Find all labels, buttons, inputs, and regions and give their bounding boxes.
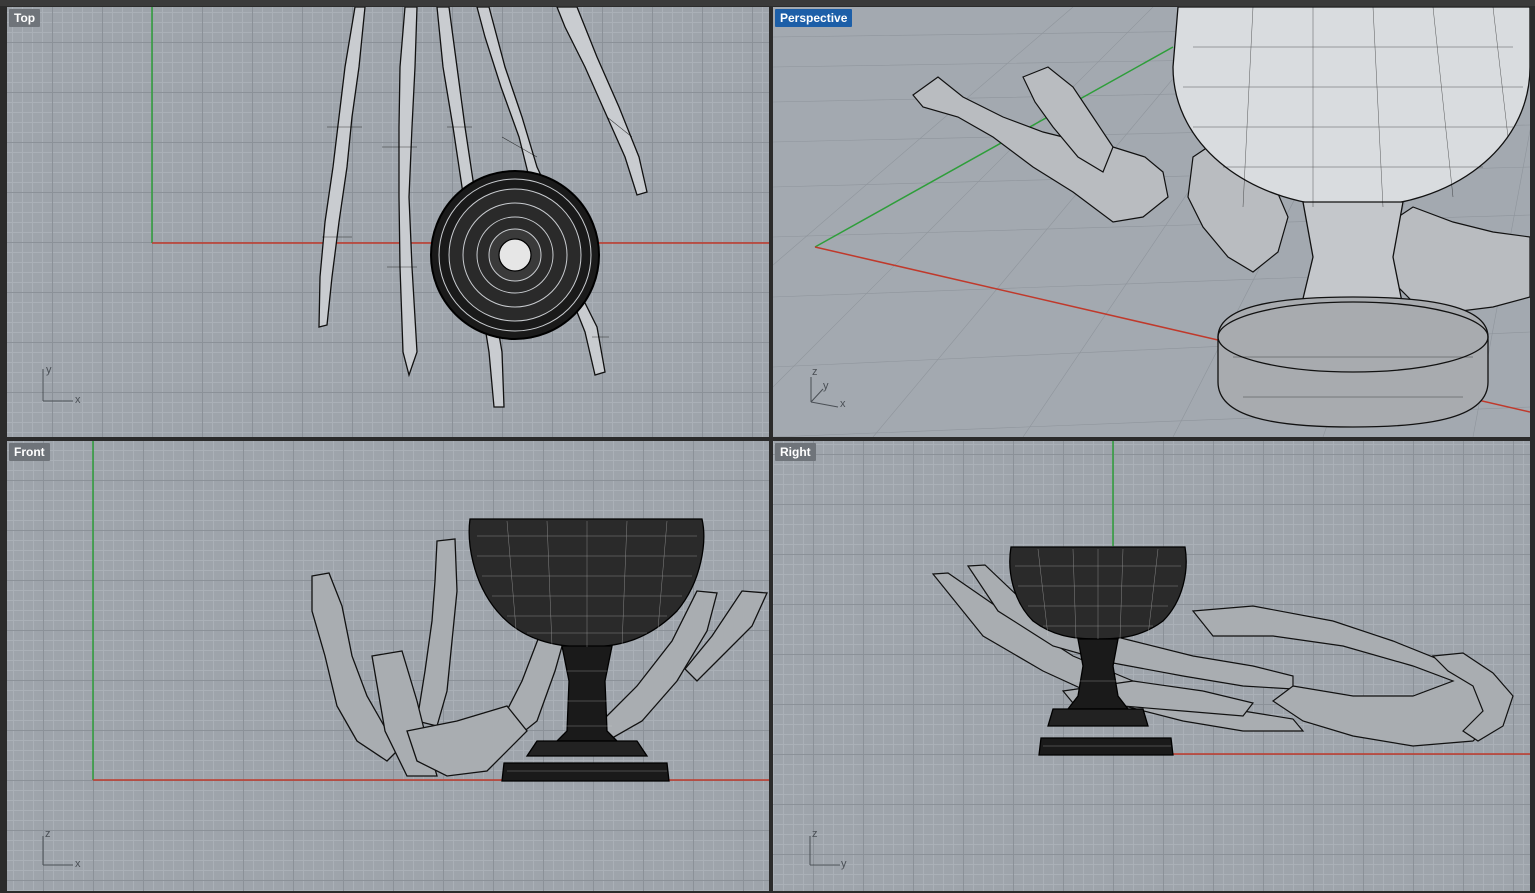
viewport-label-perspective[interactable]: Perspective <box>775 9 853 27</box>
axis-label-y: y <box>841 858 847 870</box>
axis-label-y: y <box>823 380 829 392</box>
right-view-canvas[interactable]: z y <box>773 441 1530 891</box>
axis-label-x: x <box>75 858 81 870</box>
axis-gizmo-right <box>809 836 840 866</box>
viewport-top[interactable]: Top y x <box>7 7 769 437</box>
viewport-label-top[interactable]: Top <box>9 9 41 27</box>
viewport-label-front[interactable]: Front <box>9 443 50 461</box>
axis-label-x: x <box>840 398 846 410</box>
goblet-icon <box>430 170 600 340</box>
title-bar <box>0 0 1535 6</box>
viewport-perspective[interactable]: Perspective z y x <box>773 7 1530 437</box>
perspective-view-canvas[interactable]: z y x <box>773 7 1530 437</box>
axis-label-z: z <box>45 828 51 840</box>
axis-gizmo-front <box>42 836 73 866</box>
viewport-label-right[interactable]: Right <box>775 443 816 461</box>
top-view-canvas[interactable]: y x <box>7 7 769 437</box>
viewport-right[interactable]: Right z y <box>773 441 1530 891</box>
axis-label-z: z <box>812 828 818 840</box>
axis-label-y: y <box>46 364 52 376</box>
axis-label-z: z <box>812 366 818 378</box>
viewport-front[interactable]: Front z x <box>7 441 769 891</box>
axis-label-x: x <box>75 394 81 406</box>
front-view-canvas[interactable]: z x <box>7 441 769 891</box>
